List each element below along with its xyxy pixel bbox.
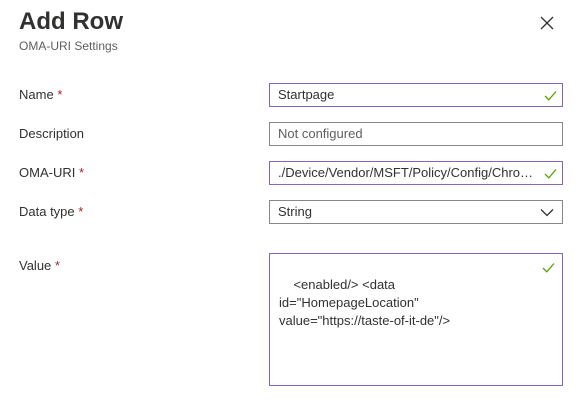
oma-uri-input-value: ./Device/Vendor/MSFT/Policy/Config/Chrom… [278, 165, 538, 180]
data-type-dropdown[interactable]: String [269, 200, 563, 224]
required-marker: * [57, 87, 63, 102]
page-subtitle: OMA-URI Settings [19, 39, 118, 53]
page-title: Add Row [19, 8, 123, 35]
value-textarea-content: <enabled/> <data id="HomepageLocation" v… [279, 277, 451, 328]
value-label: Value * [19, 257, 60, 275]
name-input-value: Startpage [278, 87, 335, 102]
oma-uri-label: OMA-URI * [19, 164, 84, 182]
oma-uri-input[interactable]: ./Device/Vendor/MSFT/Policy/Config/Chrom… [269, 161, 563, 185]
name-input[interactable]: Startpage [269, 83, 563, 107]
checkmark-icon [544, 169, 557, 179]
description-label: Description [19, 125, 84, 143]
description-label-text: Description [19, 126, 85, 141]
oma-uri-label-text: OMA-URI [19, 165, 76, 180]
close-icon [540, 16, 554, 30]
data-type-label: Data type * [19, 203, 83, 221]
name-label-text: Name [19, 87, 54, 102]
value-label-text: Value [19, 258, 52, 273]
required-marker: * [78, 165, 85, 180]
description-input[interactable]: Not configured [269, 122, 563, 146]
required-marker: * [54, 258, 60, 273]
chevron-down-icon [540, 209, 554, 217]
value-textarea[interactable]: <enabled/> <data id="HomepageLocation" v… [269, 253, 563, 386]
checkmark-icon [544, 91, 557, 101]
close-button[interactable] [534, 10, 560, 36]
data-type-label-text: Data type [19, 204, 75, 219]
required-marker: * [78, 204, 84, 219]
checkmark-icon [542, 263, 555, 273]
description-placeholder: Not configured [278, 126, 363, 141]
data-type-selected: String [278, 204, 312, 219]
name-label: Name * [19, 86, 62, 104]
